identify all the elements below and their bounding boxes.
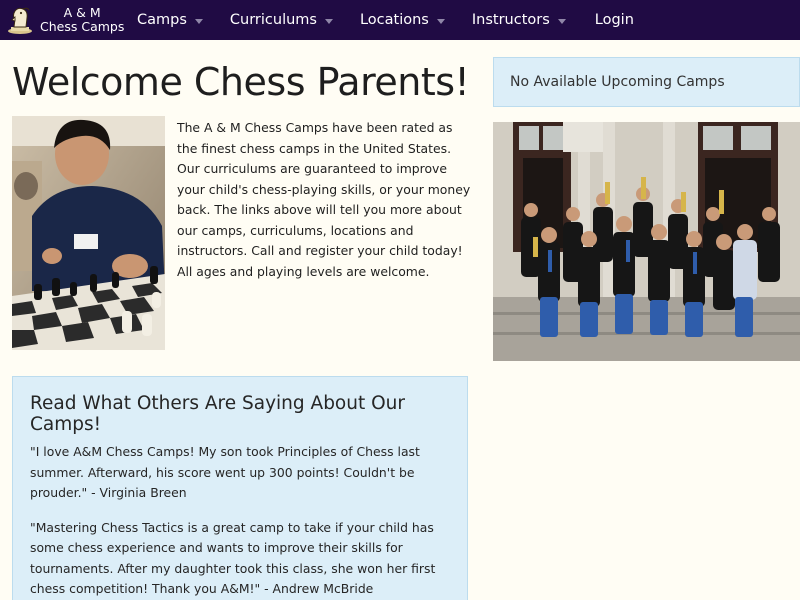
nav-camps-label: Camps xyxy=(137,12,187,28)
nav-login[interactable]: Login xyxy=(595,12,634,28)
nav-locations-label: Locations xyxy=(359,12,429,28)
nav-camps[interactable]: Camps xyxy=(137,12,203,28)
upcoming-camps-text: No Available Upcoming Camps xyxy=(510,74,725,90)
brand-line2: Chess Camps xyxy=(40,19,125,34)
navbar: A & M Chess Camps Camps Curriculums Loca… xyxy=(0,0,800,40)
testimonial-quote: "Mastering Chess Tactics is a great camp… xyxy=(30,519,436,597)
testimonials-heading: Read What Others Are Saying About Our Ca… xyxy=(30,393,406,435)
intro-paragraph: The A & M Chess Camps have been rated as… xyxy=(177,120,471,279)
testimonials-panel: Read What Others Are Saying About Our Ca… xyxy=(12,376,468,600)
page-title: Welcome Chess Parents! xyxy=(12,60,470,104)
nav-menu: Camps Curriculums Locations Instructors … xyxy=(128,0,634,40)
brand-name: A & M Chess Camps xyxy=(40,6,124,34)
brand-link[interactable]: A & M Chess Camps xyxy=(0,0,128,40)
nav-instructors-label: Instructors xyxy=(471,12,550,28)
nav-curriculums[interactable]: Curriculums xyxy=(230,12,333,28)
chevron-down-icon xyxy=(194,18,203,24)
nav-locations[interactable]: Locations xyxy=(360,12,445,28)
camp-group-photo xyxy=(493,122,800,361)
nav-instructors[interactable]: Instructors xyxy=(472,12,566,28)
brand-line1: A & M xyxy=(63,5,101,20)
chevron-down-icon xyxy=(324,18,333,24)
chess-knight-icon xyxy=(8,7,32,34)
upcoming-camps-panel: No Available Upcoming Camps xyxy=(493,57,800,107)
chevron-down-icon xyxy=(557,18,566,24)
boy-playing-chess-photo xyxy=(12,116,165,350)
nav-curriculums-label: Curriculums xyxy=(229,12,317,28)
chevron-down-icon xyxy=(436,18,445,24)
nav-login-label: Login xyxy=(594,12,634,28)
testimonial-quote: "I love A&M Chess Camps! My son took Pri… xyxy=(30,444,420,500)
